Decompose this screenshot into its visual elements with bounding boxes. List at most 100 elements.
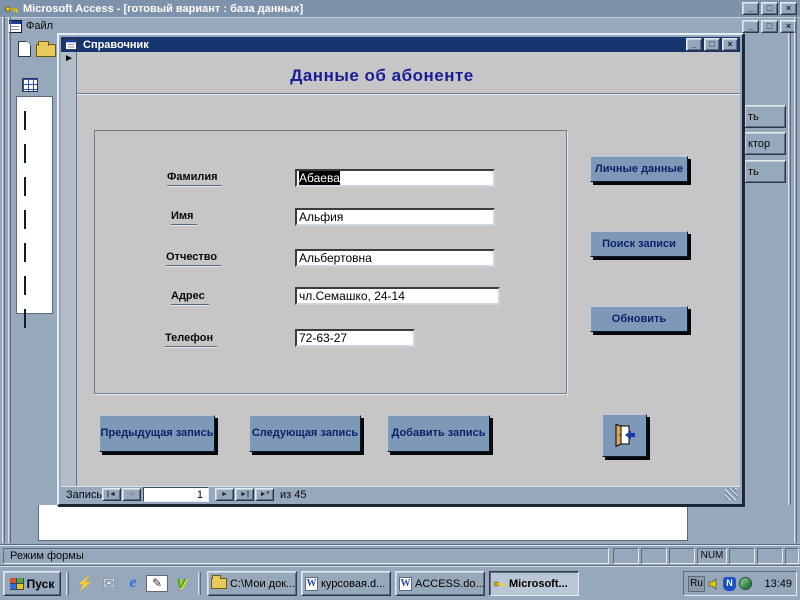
record-navigation-bar: Запись: |◄ ◄ 1 ► ►| ►* из 45 [61,486,740,502]
firstname-input[interactable]: Альфия [295,208,495,226]
form-window-title: Справочник [83,38,149,51]
status-cell [729,548,755,564]
new-document-icon[interactable] [18,41,31,57]
refresh-button[interactable]: Обновить [590,306,688,332]
db-form-item[interactable] [24,243,52,262]
db-form-item[interactable] [24,276,52,295]
task-access-doc[interactable]: W ACCESS.do... [395,571,485,596]
taskbar-gripper [66,572,69,595]
form-maximize-button[interactable]: □ [704,38,720,51]
start-label: Пуск [26,576,55,591]
personal-data-button[interactable]: Личные данные [590,156,688,182]
db-new-button[interactable]: ть [744,160,786,183]
db-form-item[interactable] [24,144,52,163]
form-icon [24,177,26,196]
database-object-list [16,96,53,328]
access-key-icon [493,579,506,589]
restore-button[interactable]: □ [761,2,778,15]
language-indicator[interactable]: Ru [688,575,705,592]
system-tray: Ru N 13:49 [683,571,797,596]
folder-icon [211,575,227,589]
db-design-button[interactable]: ктор [744,132,786,155]
toolbar-gripper [8,17,11,543]
db-form-item[interactable] [24,177,52,196]
field-label-surname: Фамилия [167,171,222,186]
address-input[interactable]: чл.Семашко, 24-14 [295,287,500,305]
toolbar-gripper [2,17,5,543]
patronymic-input[interactable]: Альбертовна [295,249,495,267]
minimize-button[interactable]: _ [742,2,759,15]
exit-form-button[interactable] [602,414,647,457]
previous-record-button[interactable]: Предыдущая запись [99,415,215,452]
status-cell [669,548,695,564]
open-folder-icon[interactable] [36,41,56,57]
last-record-button[interactable]: ►| [235,488,254,501]
next-record-button[interactable]: Следующая запись [249,415,361,452]
status-cell [641,548,667,564]
record-selector-bar[interactable]: ► [61,52,77,486]
taskbar: Пуск ⚡ ✉ e ✎ V C:\Мои док... W курсовая.… [0,566,800,600]
mail-icon[interactable]: ✉ [98,573,120,594]
new-record-button[interactable]: ►* [255,488,274,501]
next-record-nav-button[interactable]: ► [215,488,234,501]
phone-input[interactable]: 72-63-27 [295,329,415,347]
access-key-icon [4,3,19,15]
form-close-button[interactable]: × [722,38,738,51]
antivirus-shield-icon[interactable]: N [723,576,736,591]
form-icon [24,210,26,229]
v-app-icon[interactable]: V [170,573,192,594]
child-restore-button[interactable]: □ [761,20,778,33]
resize-grip[interactable] [725,488,737,500]
status-mode: Режим формы [3,548,609,564]
taskbar-gripper [198,572,201,595]
task-label: Microsoft... [509,577,568,590]
form-icon [24,111,26,130]
task-microsoft-access[interactable]: Microsoft... [489,571,579,596]
previous-record-nav-button[interactable]: ◄ [122,488,141,501]
form-icon [24,309,26,328]
child-minimize-button[interactable]: _ [742,20,759,33]
task-my-documents[interactable]: C:\Мои док... [207,571,297,596]
menu-file[interactable]: Файл [26,20,53,32]
selected-text: Абаева [299,171,340,185]
database-window-fragment [38,505,688,541]
pencil-icon[interactable]: ✎ [146,575,168,592]
add-record-button[interactable]: Добавить запись [387,415,490,452]
db-form-item[interactable] [24,309,52,328]
globe-icon[interactable] [739,577,752,590]
lightning-icon[interactable]: ⚡ [74,573,96,594]
main-titlebar: Microsoft Access - [готовый вариант : ба… [0,0,800,17]
internet-explorer-icon[interactable]: e [122,573,144,594]
task-kursovaya-doc[interactable]: W курсовая.d... [301,571,391,596]
status-cell [757,548,783,564]
word-icon: W [399,576,412,591]
field-label-phone: Телефон [165,332,218,347]
task-label: ACCESS.do... [415,577,485,590]
find-record-button[interactable]: Поиск записи [590,231,688,257]
form-icon [24,276,26,295]
form-minimize-button[interactable]: _ [686,38,702,51]
close-button[interactable]: × [780,2,797,15]
status-cell [785,548,799,564]
datasheet-icon[interactable] [22,78,38,92]
windows-flag-icon [9,577,24,590]
db-open-button[interactable]: ть [744,105,786,128]
db-form-item[interactable] [24,210,52,229]
form-icon [24,144,26,163]
desktop: Microsoft Access - [готовый вариант : ба… [0,0,800,600]
form-window-titlebar[interactable]: Справочник _ □ × [61,37,740,52]
db-form-item[interactable] [24,111,52,130]
surname-input[interactable]: Абаева [295,169,495,187]
window-edge [788,33,791,505]
start-button[interactable]: Пуск [3,571,61,596]
screen-edge [794,17,797,543]
exit-door-icon [612,423,638,448]
word-icon: W [305,576,318,591]
field-label-patronymic: Отчество [166,251,222,266]
clock: 13:49 [764,577,792,590]
statusbar: Режим формы NUM [0,544,800,566]
volume-icon[interactable] [708,577,720,590]
record-number-input[interactable]: 1 [143,487,209,502]
first-record-button[interactable]: |◄ [102,488,121,501]
status-cell [613,548,639,564]
